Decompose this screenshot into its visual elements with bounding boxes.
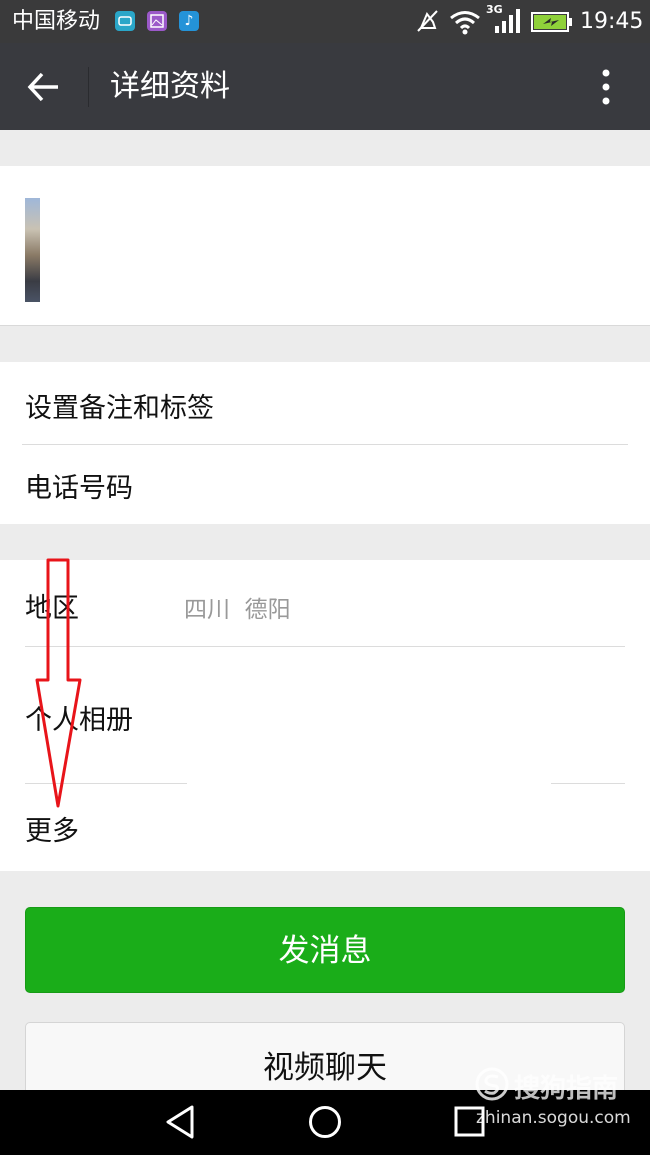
watermark: 搜狗指南 zhinan.sogou.com: [470, 1060, 640, 1140]
notification-app-icon: [115, 11, 135, 31]
region-value: 四川 德阳: [184, 597, 291, 623]
carrier-name: 中国移动: [12, 9, 101, 34]
region-row: 地区 四川 德阳: [0, 560, 650, 646]
profile-card[interactable]: [0, 166, 650, 326]
more-row[interactable]: 更多: [0, 784, 650, 871]
clock: 19:45: [580, 9, 644, 34]
nav-bar: 详细资料: [0, 43, 650, 130]
more-vertical-icon[interactable]: [590, 65, 622, 109]
gallery-app-icon: [147, 11, 167, 31]
annotation-arrow-down-icon: [35, 558, 82, 808]
avatar[interactable]: [25, 198, 40, 302]
watermark-url: zhinan.sogou.com: [476, 1108, 631, 1128]
remark-tag-row[interactable]: 设置备注和标签: [0, 362, 650, 444]
mute-icon: [417, 10, 438, 32]
status-bar: 中国移动 ♪ 3G 19:45: [0, 0, 650, 43]
signal-icon: [495, 9, 520, 33]
sogou-logo-icon: [475, 1067, 509, 1101]
nav-divider: [88, 67, 89, 107]
circle-home-icon[interactable]: [307, 1104, 343, 1140]
wifi-icon: [450, 11, 480, 35]
arrow-left-icon[interactable]: [22, 65, 66, 109]
send-message-button[interactable]: 发消息: [25, 907, 625, 993]
detail-group: 地区 四川 德阳 个人相册 更多: [0, 558, 650, 871]
page-title: 详细资料: [110, 69, 230, 104]
phone-label: 电话号码: [25, 473, 133, 504]
album-row[interactable]: 个人相册: [0, 647, 650, 783]
more-label: 更多: [25, 816, 79, 847]
battery-charging-icon: [531, 12, 572, 32]
music-app-icon: ♪: [179, 11, 199, 31]
phone-row[interactable]: 电话号码: [0, 445, 650, 524]
watermark-brand: 搜狗指南: [514, 1074, 619, 1104]
info-group: 设置备注和标签 电话号码: [0, 362, 650, 524]
triangle-back-icon[interactable]: [163, 1104, 197, 1140]
remark-tag-label: 设置备注和标签: [25, 393, 214, 424]
